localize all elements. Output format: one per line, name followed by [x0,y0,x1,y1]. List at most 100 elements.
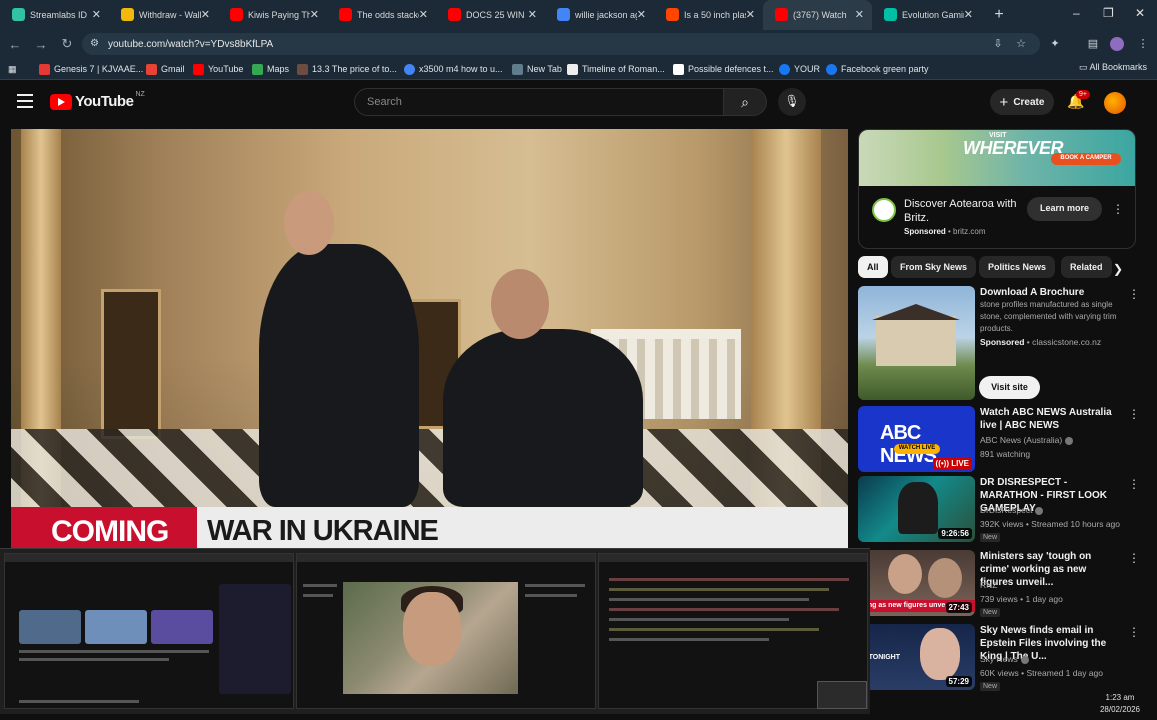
bookmark-item[interactable]: YouTube [193,62,243,76]
ad-card[interactable]: VISIT WHEREVER BOOK A CAMPER Discover Ao… [858,129,1136,249]
channel-name[interactable]: ABC News (Australia) [980,435,1074,445]
bookmark-star-icon[interactable]: ☆ [1014,37,1028,51]
browser-tab[interactable]: Is a 50 inch plasma✕ [654,0,763,30]
bookmark-label: YouTube [208,64,244,74]
more-options-icon[interactable]: ⋮ [1112,202,1124,216]
apps-icon[interactable]: ▦ [8,62,17,76]
menu-icon[interactable]: ⋮ [1136,37,1150,51]
more-options-icon[interactable]: ⋮ [1128,625,1140,639]
close-icon[interactable]: ✕ [310,8,319,21]
extensions-icon[interactable]: ✦ [1048,37,1062,51]
more-options-icon[interactable]: ⋮ [1128,477,1140,491]
tab-favicon-icon [230,8,243,21]
voice-search-button[interactable]: 🎙 [778,88,806,116]
hamburger-menu-icon[interactable] [17,94,33,108]
bookmark-item[interactable]: 13.3 The price of to... [297,62,397,76]
bookmark-item[interactable]: New Tab [512,62,562,76]
clock-time: 1:23 am [1105,693,1135,702]
more-options-icon[interactable]: ⋮ [1128,407,1140,421]
more-options-icon[interactable]: ⋮ [1128,551,1140,565]
bookmark-item[interactable]: Timeline of Roman... [567,62,665,76]
chip-from-sky-news[interactable]: From Sky News [891,256,977,278]
bookmark-item[interactable]: Maps [252,62,289,76]
channel-name[interactable]: Sky News [980,654,1029,664]
chip-politics-news[interactable]: Politics News [979,256,1056,278]
bookmark-item[interactable]: Genesis 7 | KJVAAE... [39,62,143,76]
window-preview-stream[interactable] [296,553,596,709]
forward-icon[interactable]: → [30,37,52,52]
list-item[interactable]: 9:26:56 DR DISRESPECT - MARATHON - FIRST… [858,476,1148,542]
gmail-icon [146,63,157,75]
channel-name[interactable]: DrDisRespect [980,505,1044,515]
new-tab-button[interactable]: + [987,6,1011,24]
close-window-button[interactable]: ✕ [1135,6,1145,20]
close-icon[interactable]: ✕ [746,8,755,21]
close-icon[interactable]: ✕ [419,8,428,21]
minimize-button[interactable]: – [1073,6,1080,20]
chip-all[interactable]: All [858,256,888,278]
url-text[interactable]: youtube.com/watch?v=YDvs8bKfLPA [108,39,273,50]
video-title[interactable]: Download A Brochure [980,286,1120,299]
address-bar[interactable]: ⚙ youtube.com/watch?v=YDvs8bKfLPA [82,33,1040,55]
advertiser-logo[interactable] [872,198,896,222]
more-options-icon[interactable]: ⋮ [1128,287,1140,301]
video-title[interactable]: Watch ABC NEWS Australia live | ABC NEWS [980,406,1120,432]
bookmark-item[interactable]: Gmail [146,62,185,76]
system-tray-popup[interactable] [817,681,867,709]
list-item[interactable]: E TONIGHT 57:29 Sky News finds email in … [858,624,1148,691]
live-icon: ((•)) [935,459,952,468]
search-input[interactable]: Search [354,88,724,116]
chevron-right-icon[interactable]: ❯ [1113,262,1123,276]
list-item[interactable]: king as new figures unve 27:43 Ministers… [858,550,1148,617]
browser-tab[interactable]: Streamlabs ID ✕ [0,0,109,30]
browser-tab[interactable]: willie jackson age✕ [545,0,654,30]
close-icon[interactable]: ✕ [201,8,210,21]
back-icon[interactable]: ← [4,37,26,52]
ad-title[interactable]: Discover Aotearoa with Britz. [904,197,1029,225]
close-icon[interactable]: ✕ [637,8,646,21]
all-bookmarks-button[interactable]: ▭ All Bookmarks [1079,62,1147,73]
reload-icon[interactable]: ↻ [56,36,78,52]
close-icon[interactable]: ✕ [92,8,101,21]
video-thumbnail[interactable]: king as new figures unve 27:43 [858,550,975,616]
video-thumbnail[interactable] [858,286,975,400]
system-clock[interactable]: 1:23 am 28/02/2026 [1090,692,1150,716]
sidepanel-icon[interactable]: ▤ [1086,37,1100,51]
video-thumbnail[interactable]: E TONIGHT 57:29 [858,624,975,690]
bookmark-label: Facebook green party [841,64,929,74]
close-icon[interactable]: ✕ [964,8,973,21]
install-icon[interactable]: ⇩ [991,37,1005,51]
restore-button[interactable]: ❐ [1103,6,1114,20]
create-button[interactable]: + Create [990,89,1054,115]
video-thumbnail[interactable]: 9:26:56 [858,476,975,542]
video-thumbnail[interactable]: ABC NEWS WATCH LIVE ((•)) LIVE [858,406,975,472]
browser-tab[interactable]: The odds stacked✕ [327,0,436,30]
avatar[interactable] [1104,92,1126,114]
browser-tab[interactable]: DOCS 25 WIN ✕ [436,0,545,30]
window-preview-browser[interactable] [4,553,294,709]
bookmark-item[interactable]: Possible defences t... [673,62,774,76]
learn-more-button[interactable]: Learn more [1027,197,1102,221]
bookmark-item[interactable]: YOUR [779,62,820,76]
live-label: LIVE [951,459,969,468]
ad-banner-image[interactable]: VISIT WHEREVER BOOK A CAMPER [859,130,1135,186]
profile-icon[interactable] [1110,37,1124,51]
youtube-logo[interactable]: YouTube NZ [50,91,145,110]
chip-related[interactable]: Related [1061,256,1112,278]
site-info-icon[interactable]: ⚙ [90,38,102,50]
browser-tab[interactable]: Withdraw - Wallet✕ [109,0,218,30]
close-icon[interactable]: ✕ [855,8,864,21]
visit-site-button[interactable]: Visit site [979,376,1040,399]
browser-tab[interactable]: Kiwis Paying The ✕ [218,0,327,30]
video-title[interactable]: Ministers say 'tough on crime' working a… [980,550,1120,589]
list-item[interactable]: ABC NEWS WATCH LIVE ((•)) LIVE Watch ABC… [858,406,1148,472]
person-image [928,558,962,598]
video-player[interactable]: COMING UP WAR IN UKRAINE [11,129,848,550]
search-button[interactable]: ⌕ [723,88,767,116]
bookmark-item[interactable]: x3500 m4 how to u... [404,62,503,76]
close-icon[interactable]: ✕ [528,8,537,21]
browser-tab-active[interactable]: (3767) Watch ✕ [763,0,872,30]
browser-tab[interactable]: Evolution Gaming✕ [872,0,981,30]
bookmark-item[interactable]: Facebook green party [826,62,929,76]
channel-name[interactable]: RNZ [980,580,997,590]
